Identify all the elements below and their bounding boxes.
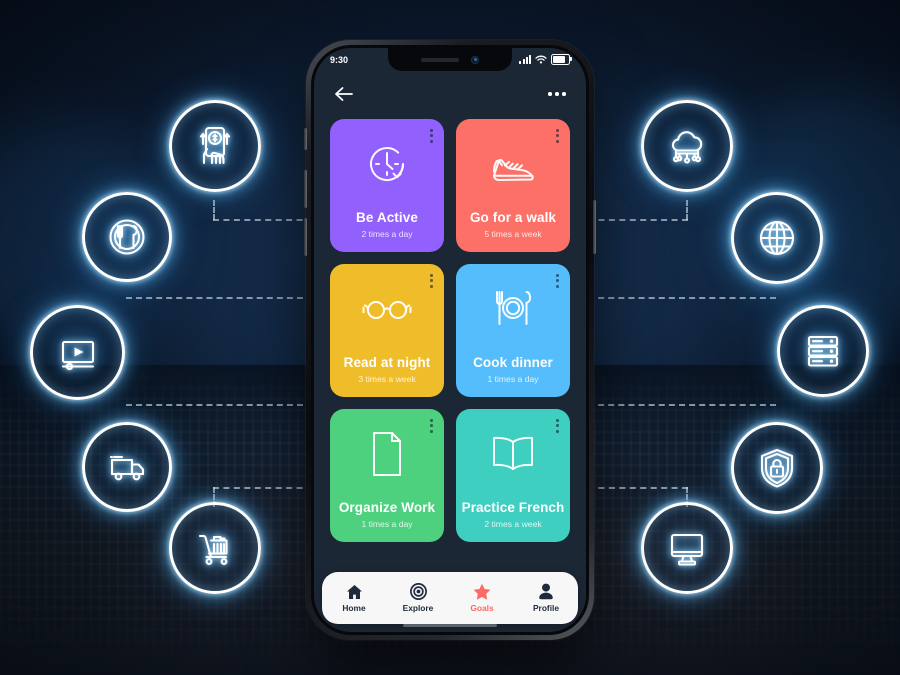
goal-frequency: 2 times a day (361, 229, 413, 239)
open-book-icon (456, 409, 570, 500)
goal-card-go-for-a-walk[interactable]: Go for a walk 5 times a week (456, 119, 570, 252)
nav-item-profile[interactable]: Profile (520, 583, 572, 613)
goal-card-be-active[interactable]: Be Active 2 times a day (330, 119, 444, 252)
card-menu-icon[interactable] (430, 129, 433, 143)
goal-title: Organize Work (338, 499, 436, 515)
goal-title: Be Active (356, 209, 418, 225)
front-camera-icon (471, 55, 479, 64)
card-menu-icon[interactable] (556, 274, 559, 288)
home-indicator (403, 624, 497, 627)
battery-icon (551, 54, 573, 65)
goal-card-organize-work[interactable]: Organize Work 1 times a day (330, 409, 444, 542)
goal-title: Practice French (461, 499, 565, 515)
goal-frequency: 1 times a day (361, 519, 413, 529)
nav-item-explore[interactable]: Explore (392, 583, 444, 613)
video-player-icon[interactable] (30, 305, 125, 400)
card-menu-icon[interactable] (556, 129, 559, 143)
scene: 9:30 Be Active 2 times a day Go for a wa… (0, 0, 900, 675)
connector-line (588, 297, 776, 299)
card-menu-icon[interactable] (430, 419, 433, 433)
goal-frequency: 3 times a week (358, 374, 416, 384)
nav-label: Goals (470, 603, 494, 613)
goal-card-read-at-night[interactable]: Read at night 3 times a week (330, 264, 444, 397)
bottom-navigation: Home Explore Goals Profile (322, 572, 578, 624)
shopping-cart-icon[interactable] (169, 502, 261, 594)
card-menu-icon[interactable] (430, 274, 433, 288)
cellular-signal-icon (519, 55, 531, 64)
connector-line (126, 404, 313, 406)
speaker-grille (421, 57, 459, 62)
connector-line (588, 487, 688, 489)
status-time: 9:30 (330, 54, 349, 65)
document-icon (330, 409, 444, 500)
server-rack-icon[interactable] (777, 305, 869, 397)
goal-frequency: 2 times a week (484, 519, 542, 529)
phone-volume-up[interactable] (304, 170, 307, 208)
wifi-icon (535, 55, 547, 64)
nav-item-goals[interactable]: Goals (456, 583, 508, 613)
connector-line (686, 200, 688, 220)
cloud-network-icon[interactable] (641, 100, 733, 192)
phone-mockup: 9:30 Be Active 2 times a day Go for a wa… (304, 40, 596, 640)
goal-title: Go for a walk (469, 209, 557, 225)
more-options-icon[interactable] (548, 92, 566, 96)
card-menu-icon[interactable] (556, 419, 559, 433)
sneaker-icon (456, 119, 570, 210)
plate-cutlery-icon (456, 264, 570, 355)
back-arrow-icon[interactable] (334, 86, 354, 102)
goal-card-practice-french[interactable]: Practice French 2 times a week (456, 409, 570, 542)
app-top-bar (314, 71, 586, 117)
clock-refresh-icon (330, 119, 444, 210)
connector-line (213, 487, 313, 489)
goals-grid: Be Active 2 times a day Go for a walk 5 … (314, 117, 586, 566)
nav-item-home[interactable]: Home (328, 584, 380, 613)
restaurant-icon[interactable] (82, 192, 172, 282)
goal-title: Cook dinner (473, 354, 553, 370)
connector-line (588, 404, 776, 406)
goal-frequency: 1 times a day (487, 374, 539, 384)
phone-power-button[interactable] (593, 200, 596, 254)
mobile-payment-icon[interactable] (169, 100, 261, 192)
goal-frequency: 5 times a week (484, 229, 542, 239)
connector-line (126, 297, 313, 299)
desktop-monitor-icon[interactable] (641, 502, 733, 594)
globe-icon[interactable] (731, 192, 823, 284)
phone-screen: 9:30 Be Active 2 times a day Go for a wa… (314, 48, 586, 632)
glasses-icon (330, 264, 444, 355)
nav-label: Explore (402, 603, 434, 613)
goal-title: Read at night (343, 354, 431, 370)
goal-card-cook-dinner[interactable]: Cook dinner 1 times a day (456, 264, 570, 397)
shield-lock-icon[interactable] (731, 422, 823, 514)
connector-line (588, 219, 688, 221)
phone-notch (388, 48, 512, 71)
delivery-truck-icon[interactable] (82, 422, 172, 512)
connector-line (213, 200, 215, 220)
connector-line (213, 219, 313, 221)
phone-mute-switch[interactable] (304, 128, 307, 150)
nav-label: Home (342, 602, 366, 613)
phone-volume-down[interactable] (304, 218, 307, 256)
nav-label: Profile (532, 603, 560, 613)
